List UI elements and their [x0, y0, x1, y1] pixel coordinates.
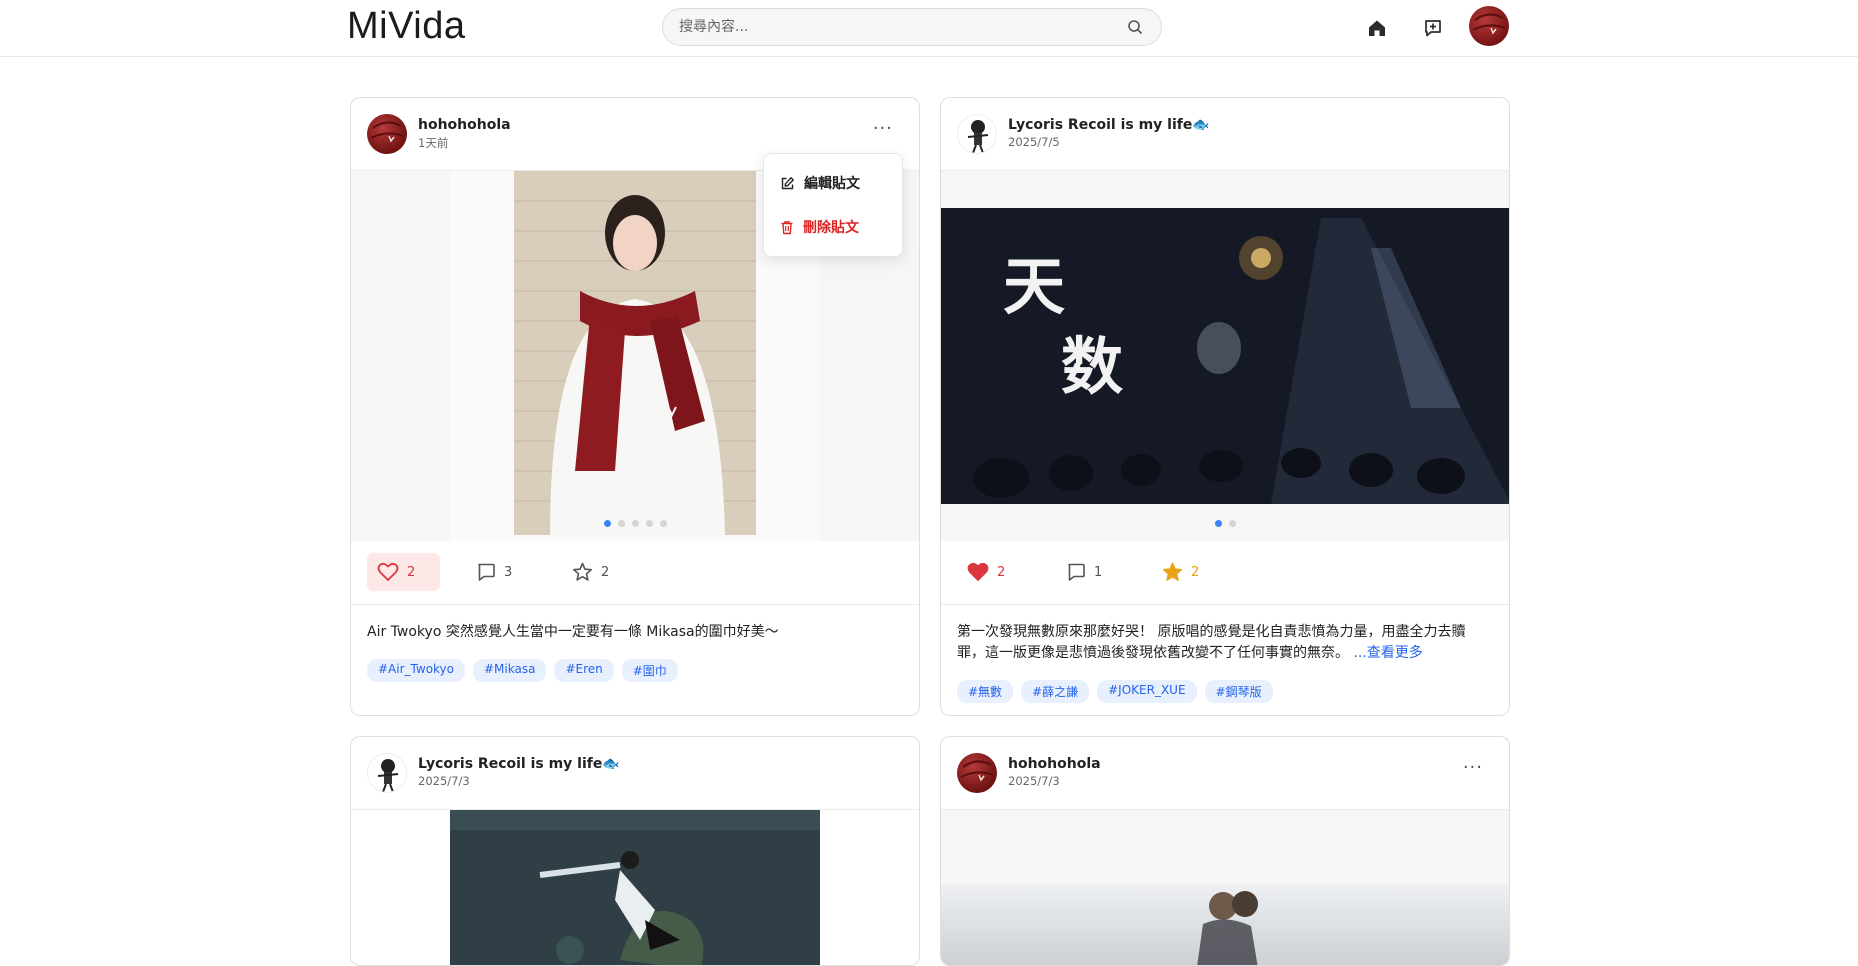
post-tags: #Air_Twokyo #Mikasa #Eren #圍巾 — [367, 659, 903, 682]
post-actions: 2 1 2 — [941, 541, 1509, 605]
post-username[interactable]: Lycoris Recoil is my life🐟 — [1008, 117, 1210, 133]
svg-text:数: 数 — [1061, 330, 1123, 403]
post-time: 2025/7/5 — [1008, 135, 1060, 149]
concert-photo: 天 数 — [941, 208, 1509, 504]
hashtag[interactable]: #鋼琴版 — [1204, 680, 1273, 703]
svg-text:天: 天 — [1003, 250, 1065, 323]
carousel-dots — [351, 520, 919, 527]
hashtag[interactable]: #無數 — [957, 680, 1014, 703]
post-tags: #無數 #薛之謙 #JOKER_XUE #鋼琴版 — [957, 680, 1493, 703]
hashtag[interactable]: #薛之謙 — [1021, 680, 1090, 703]
avatar[interactable] — [367, 114, 407, 154]
edit-post-item[interactable]: 編輯貼文 — [780, 173, 860, 193]
comment-icon — [1068, 563, 1085, 581]
search-bar — [662, 8, 1162, 46]
carousel-dot[interactable] — [1214, 520, 1222, 527]
heart-icon — [377, 562, 399, 581]
aquarium-photo — [450, 810, 820, 965]
carousel-dot[interactable] — [631, 520, 639, 527]
carousel-dot[interactable] — [659, 520, 667, 527]
heart-icon — [967, 562, 989, 581]
avatar[interactable] — [957, 114, 997, 154]
comment-button[interactable]: 1 — [1056, 553, 1112, 591]
edit-post-label: 編輯貼文 — [804, 176, 860, 192]
post-media[interactable] — [351, 810, 919, 965]
post-header: Lycoris Recoil is my life🐟 2025/7/5 — [941, 98, 1509, 171]
avatar[interactable] — [957, 753, 997, 793]
favorite-count: 2 — [1191, 564, 1200, 580]
delete-post-item[interactable]: 刪除貼文 — [780, 217, 859, 237]
group-photo — [941, 884, 1509, 965]
see-more-link[interactable]: ...查看更多 — [1353, 645, 1422, 661]
post-caption: Air Twokyo 突然感覺人生當中一定要有一條 Mikasa的圍巾好美～ — [367, 624, 779, 640]
carousel-dots — [941, 520, 1509, 527]
comment-icon — [478, 563, 495, 581]
hashtag[interactable]: #Mikasa — [473, 659, 547, 682]
carousel-dot[interactable] — [603, 520, 611, 527]
post-card: Lycoris Recoil is my life🐟 2025/7/5 天 数 — [940, 97, 1510, 716]
star-icon — [573, 562, 592, 581]
logo[interactable]: MiVida — [347, 5, 465, 48]
post-media[interactable]: 天 数 — [941, 171, 1509, 541]
avatar[interactable] — [367, 753, 407, 793]
hashtag[interactable]: #圍巾 — [621, 659, 678, 682]
post-card: hohohohola 2025/7/3 ··· — [940, 736, 1510, 966]
favorite-count: 2 — [601, 564, 610, 580]
like-count: 2 — [407, 564, 416, 580]
search-input[interactable] — [663, 9, 1103, 45]
post-time: 1天前 — [418, 136, 449, 150]
user-avatar[interactable] — [1469, 6, 1509, 46]
post-username[interactable]: hohohohola — [1008, 756, 1101, 772]
post-actions: 2 3 2 — [351, 541, 919, 605]
post-options-menu: 編輯貼文 刪除貼文 — [763, 153, 903, 257]
hashtag[interactable]: #Air_Twokyo — [367, 659, 465, 682]
star-icon — [1163, 562, 1182, 581]
post-username[interactable]: Lycoris Recoil is my life🐟 — [418, 756, 620, 772]
create-post-icon[interactable] — [1420, 15, 1446, 41]
post-time: 2025/7/3 — [1008, 774, 1060, 788]
post-caption: 第一次發現無數原來那麼好哭！ 原版唱的感覺是化自責悲憤為力量，用盡全力去贖罪，這… — [957, 622, 1493, 664]
post-media[interactable] — [941, 810, 1509, 965]
post-time: 2025/7/3 — [418, 774, 470, 788]
comment-count: 3 — [504, 564, 513, 580]
edit-icon — [781, 176, 794, 189]
favorite-button[interactable]: 2 — [562, 553, 619, 591]
like-count: 2 — [997, 564, 1006, 580]
comment-count: 1 — [1094, 564, 1103, 580]
hashtag[interactable]: #Eren — [554, 659, 614, 682]
post-username[interactable]: hohohohola — [418, 117, 511, 133]
more-options-icon[interactable]: ··· — [1463, 759, 1483, 777]
favorite-button[interactable]: 2 — [1152, 553, 1209, 591]
home-icon[interactable] — [1364, 15, 1390, 41]
like-button[interactable]: 2 — [957, 553, 1015, 591]
hashtag[interactable]: #JOKER_XUE — [1097, 680, 1197, 703]
trash-icon — [781, 220, 793, 234]
like-button[interactable]: 2 — [367, 553, 440, 591]
post-card: Lycoris Recoil is my life🐟 2025/7/3 — [350, 736, 920, 966]
post-header: hohohohola 2025/7/3 ··· — [941, 737, 1509, 810]
search-icon[interactable] — [1127, 19, 1143, 39]
post-header: Lycoris Recoil is my life🐟 2025/7/3 — [351, 737, 919, 810]
top-bar: MiVida — [0, 0, 1858, 57]
carousel-dot[interactable] — [645, 520, 653, 527]
carousel-dot[interactable] — [1228, 520, 1236, 527]
carousel-dot[interactable] — [617, 520, 625, 527]
more-options-icon[interactable]: ··· — [873, 120, 893, 138]
delete-post-label: 刪除貼文 — [803, 220, 859, 236]
comment-button[interactable]: 3 — [466, 553, 522, 591]
